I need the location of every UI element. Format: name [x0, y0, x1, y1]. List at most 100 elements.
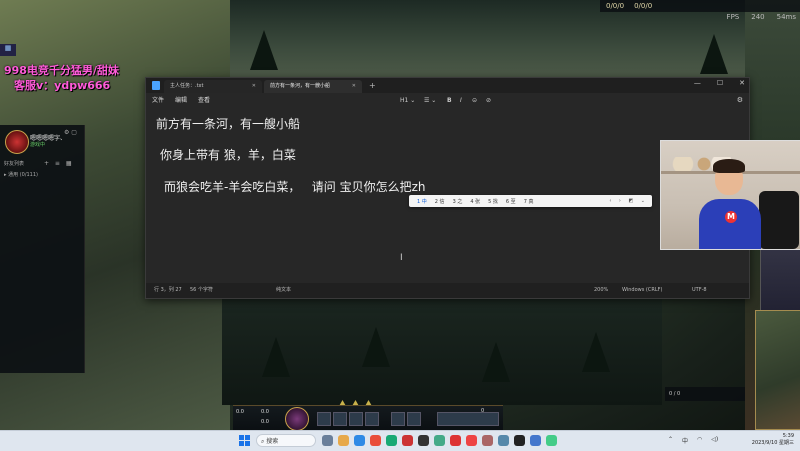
tab-current-file[interactable]: 前方有一条河，有一艘小船 ✕ — [264, 80, 362, 93]
team-portraits — [760, 250, 800, 310]
file-explorer-icon[interactable] — [338, 435, 349, 446]
editor-line-2: 你身上带有 狼，羊，白菜 — [160, 148, 296, 162]
task-view-icon[interactable] — [322, 435, 333, 446]
app-icon[interactable] — [450, 435, 461, 446]
tree-shape — [482, 342, 510, 382]
game-client-icon[interactable] — [514, 435, 525, 446]
ability-slot[interactable] — [333, 412, 347, 426]
summoner-slot[interactable] — [407, 412, 421, 426]
ping-value: 54ms — [776, 13, 796, 21]
ime-candidate[interactable]: 6 至 — [506, 198, 516, 205]
friend-panel-settings-icon[interactable]: ⚙ ▢ — [64, 129, 77, 136]
italic-button[interactable]: I — [460, 93, 462, 108]
tab-label: 主人任务：.txt — [170, 83, 204, 89]
notepad-statusbar: 行 3，列 27 56 个字符 纯文本 200% Windows (CRLF) … — [146, 283, 749, 298]
notepad-menubar: 文件 编辑 查看 H1 ⌄ ☰ ⌄ B I ⊝ ⊘ ⚙ — [146, 93, 749, 108]
app-icon[interactable] — [530, 435, 541, 446]
overlay-ad-line1: 998电竞千分猛男/甜妹 — [4, 64, 119, 77]
ime-page-controls[interactable]: ‹ › ◩ ⌄ — [609, 198, 648, 204]
ability-slot[interactable] — [365, 412, 379, 426]
top-stat-2: 0/0/0 — [634, 2, 653, 10]
app-icon[interactable] — [418, 435, 429, 446]
tree-shape — [262, 337, 290, 377]
game-scene-bottom — [222, 297, 662, 405]
game-top-hud: 0/0/0 0/0/0 — [600, 0, 800, 12]
app-icon[interactable] — [434, 435, 445, 446]
ime-candidate[interactable]: 4 张 — [470, 198, 480, 205]
system-tray: ⌃ 中 ◠ ◁) — [668, 436, 718, 445]
editor-line-1: 前方有一条河，有一艘小船 — [156, 117, 301, 131]
close-icon[interactable]: ✕ — [252, 80, 256, 93]
ability-slot[interactable] — [349, 412, 363, 426]
friend-panel-status: 游戏中 — [30, 142, 46, 148]
ime-candidate[interactable]: 1 中 — [417, 198, 427, 205]
bold-button[interactable]: B — [447, 93, 452, 108]
app-icon[interactable] — [546, 435, 557, 446]
champion-hud: 0.0 0.0 0.0 0 — [233, 405, 503, 431]
app-icon[interactable] — [370, 435, 381, 446]
friend-panel: 嗯嗯嗯嗯字、 游戏中 ⚙ ▢ 好友列表 + ≡ ▦ ▸ 通用 (0/111) — [0, 125, 85, 373]
notepad-tabbar: 主人任务：.txt ✕ 前方有一条河，有一艘小船 ✕ + — ☐ ✕ — [146, 78, 749, 93]
browser-icon[interactable] — [354, 435, 365, 446]
fps-value: 240 — [751, 13, 765, 21]
list-dropdown[interactable]: ☰ ⌄ — [424, 93, 436, 108]
tree-shape — [250, 30, 278, 70]
menu-view[interactable]: 查看 — [198, 93, 210, 108]
ime-candidate-bar: 1 中 2 信 3 之 4 张 5 找 6 至 7 真 ‹ › ◩ ⌄ — [409, 195, 652, 207]
heading-dropdown[interactable]: H1 ⌄ — [400, 93, 415, 108]
editor-line-3: 而狼会吃羊-羊会吃白菜， 请问 宝贝你怎么把zh — [164, 180, 426, 194]
app-icon[interactable] — [402, 435, 413, 446]
close-button[interactable]: ✕ — [739, 79, 745, 87]
minimap[interactable] — [755, 310, 800, 430]
menu-file[interactable]: 文件 — [152, 93, 164, 108]
summoner-slot[interactable] — [391, 412, 405, 426]
ime-indicator[interactable]: 中 — [682, 436, 688, 445]
ime-candidate[interactable]: 2 信 — [435, 198, 445, 205]
close-icon[interactable]: ✕ — [352, 80, 356, 93]
streamer-hair — [713, 159, 745, 173]
ime-candidate[interactable]: 7 真 — [524, 198, 534, 205]
app-icon[interactable] — [386, 435, 397, 446]
app-icon[interactable] — [482, 435, 493, 446]
link-icon[interactable]: ⊝ — [472, 93, 477, 108]
minimize-button[interactable]: — — [694, 79, 701, 87]
maximize-button[interactable]: ☐ — [717, 79, 723, 87]
friend-add-icon[interactable]: + ≡ ▦ — [44, 160, 74, 167]
chevron-up-icon[interactable]: ⌃ — [668, 436, 673, 445]
hud-stat-3: 0.0 — [261, 419, 269, 425]
menu-edit[interactable]: 编辑 — [175, 93, 187, 108]
status-char-count: 56 个字符 — [190, 287, 213, 293]
friend-group-item[interactable]: ▸ 通用 (0/111) — [4, 171, 38, 178]
item-bar[interactable] — [437, 412, 499, 426]
ime-candidate[interactable]: 3 之 — [453, 198, 463, 205]
shirt-logo: M — [725, 211, 737, 223]
clear-format-icon[interactable]: ⊘ — [486, 93, 491, 108]
status-zoom: 200% — [594, 287, 609, 293]
friend-list-header: 好友列表 — [4, 161, 25, 167]
clock-time: 5:39 — [782, 433, 794, 439]
champion-portrait — [285, 407, 309, 431]
app-icon[interactable] — [466, 435, 477, 446]
new-tab-button[interactable]: + — [369, 80, 376, 92]
app-icon[interactable] — [498, 435, 509, 446]
gold-count: 0 — [481, 408, 485, 414]
ability-slot[interactable] — [317, 412, 331, 426]
wifi-icon[interactable]: ◠ — [697, 436, 702, 445]
stream-logo-icon: ▦ — [0, 44, 16, 56]
score-box: 0 / 0 — [665, 387, 745, 401]
tab-task-file[interactable]: 主人任务：.txt ✕ — [164, 80, 262, 93]
tree-shape — [362, 327, 390, 367]
hud-stat-1: 0.0 — [236, 409, 244, 415]
volume-icon[interactable]: ◁) — [711, 436, 718, 445]
taskbar-search-input[interactable]: ⌕ 搜索 — [256, 434, 316, 447]
status-format: 纯文本 — [276, 287, 292, 293]
status-line-ending: Windows (CRLF) — [622, 287, 663, 293]
ibeam-cursor-icon: I — [400, 253, 403, 263]
ime-candidate[interactable]: 5 找 — [488, 198, 498, 205]
gear-icon[interactable]: ⚙ — [737, 93, 743, 108]
taskbar-clock[interactable]: 5:39 2023/9/10 星期三 — [752, 433, 794, 447]
avatar[interactable] — [5, 130, 29, 154]
tree-shape — [700, 34, 728, 74]
windows-start-icon[interactable] — [239, 435, 250, 446]
status-position: 行 3，列 27 — [154, 287, 182, 293]
